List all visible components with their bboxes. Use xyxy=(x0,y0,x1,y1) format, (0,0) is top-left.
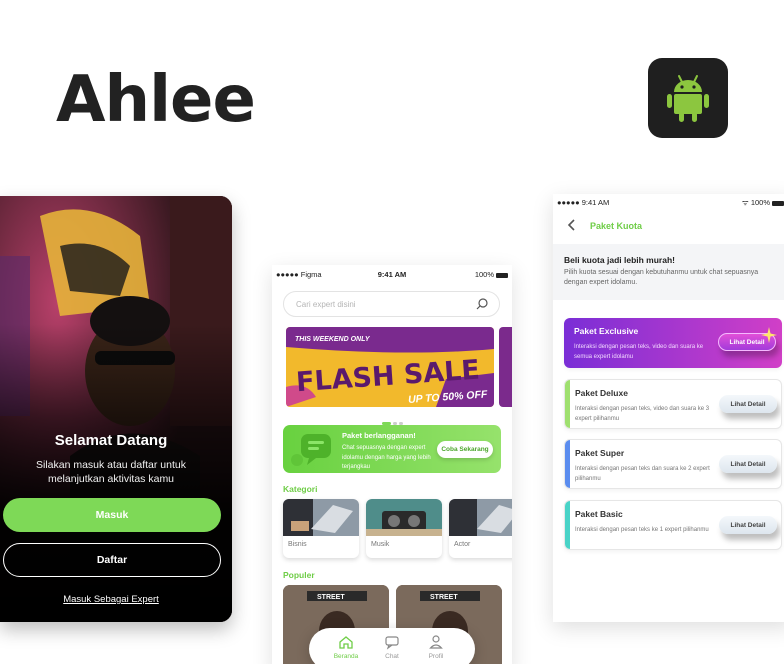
package-desc: Interaksi dengan pesan teks, video dan s… xyxy=(574,344,704,360)
package-name: Paket Deluxe xyxy=(575,388,628,398)
flash-sale-banner[interactable]: THIS WEEKEND ONLY FLASH SALE UP TO 50% O… xyxy=(286,327,494,407)
app-header: Paket Kuota xyxy=(553,212,784,242)
detail-button[interactable]: Lihat Detail xyxy=(719,395,777,413)
popular-heading: Populer xyxy=(283,570,315,580)
promo-description: Chat sepuasnya dengan expert idolamu den… xyxy=(342,445,431,470)
info-panel: Beli kuota jadi lebih murah! Pilih kuota… xyxy=(553,244,784,300)
nav-label: Beranda xyxy=(333,653,359,660)
nav-label: Profil xyxy=(428,653,444,660)
status-bar: ●●●●● Figma 9:41 AM 100% xyxy=(272,265,512,283)
package-name: Paket Exclusive xyxy=(574,326,639,336)
nav-profil[interactable]: Profil xyxy=(411,634,461,660)
user-icon xyxy=(429,635,443,649)
promo-title: Paket berlangganan! xyxy=(342,431,416,440)
package-accent xyxy=(565,440,570,488)
detail-button[interactable]: Lihat Detail xyxy=(719,516,777,534)
time-label: 9:41 AM xyxy=(581,198,610,207)
quota-screen: ●●●●● 9:41 AM ᯤ 100% Paket Kuota Beli ku… xyxy=(553,194,784,622)
welcome-screen: Selamat Datang Silakan masuk atau daftar… xyxy=(0,196,232,622)
back-arrow-icon[interactable] xyxy=(566,217,578,233)
page-title: Paket Kuota xyxy=(590,221,643,231)
category-card-musik[interactable]: Musik xyxy=(366,499,442,558)
package-name: Paket Super xyxy=(575,448,625,458)
package-desc: Interaksi dengan pesan teks dan suara ke… xyxy=(575,466,710,482)
subscription-promo-card[interactable]: Paket berlangganan! Chat sepuasnya denga… xyxy=(283,425,501,473)
chat-bubble-icon xyxy=(291,434,331,466)
nav-label: Chat xyxy=(385,653,399,660)
package-card-deluxe[interactable]: Paket Deluxe Interaksi dengan pesan teks… xyxy=(564,379,782,429)
wifi-icon: ᯤ xyxy=(741,198,751,207)
category-label: Musik xyxy=(371,541,390,548)
showcase-canvas: Ahlee Selamat Datang Silakan masuk atau … xyxy=(0,0,784,664)
expert-login-link[interactable]: Masuk Sebagai Expert xyxy=(0,594,222,605)
package-desc: Interaksi dengan pesan teks ke 1 expert … xyxy=(575,527,709,533)
banner-art: THIS WEEKEND ONLY FLASH SALE UP TO 50% O… xyxy=(286,327,494,407)
search-icon[interactable] xyxy=(475,297,489,311)
battery-icon xyxy=(496,272,508,278)
register-button[interactable]: Daftar xyxy=(3,543,221,577)
category-heading: Kategori xyxy=(283,484,318,494)
android-icon xyxy=(667,75,709,122)
battery-label: 100% xyxy=(750,198,770,207)
status-battery: ᯤ 100% xyxy=(742,198,784,208)
street-sign: STREET xyxy=(430,594,458,601)
search-input[interactable]: Cari expert disini xyxy=(283,291,500,317)
search-placeholder: Cari expert disini xyxy=(296,300,356,309)
category-label: Actor xyxy=(454,541,471,548)
nav-chat[interactable]: Chat xyxy=(367,634,417,660)
category-card-actor[interactable]: Actor xyxy=(449,499,512,558)
status-bar: ●●●●● 9:41 AM ᯤ 100% xyxy=(553,194,784,210)
sparkle-icon xyxy=(761,327,777,343)
try-now-button[interactable]: Coba Sekarang xyxy=(437,441,493,458)
home-icon xyxy=(339,636,353,649)
package-card-basic[interactable]: Paket Basic Interaksi dengan pesan teks … xyxy=(564,500,782,550)
package-card-super[interactable]: Paket Super Interaksi dengan pesan teks … xyxy=(564,439,782,489)
bisnis-image xyxy=(283,499,359,536)
package-desc: Interaksi dengan pesan teks, video dan s… xyxy=(575,406,710,422)
detail-button[interactable]: Lihat Detail xyxy=(719,455,777,473)
battery-icon xyxy=(772,200,784,206)
info-text: Pilih kuota sesuai dengan kebutuhanmu un… xyxy=(564,269,759,286)
chat-icon xyxy=(385,636,399,650)
actor-image xyxy=(449,499,512,536)
banner-tag: THIS WEEKEND ONLY xyxy=(295,336,371,343)
app-title: Ahlee xyxy=(56,63,256,137)
package-accent xyxy=(565,501,570,549)
status-time: ●●●●● 9:41 AM xyxy=(557,198,610,207)
welcome-subtitle: Silakan masuk atau daftar untuk melanjut… xyxy=(35,459,186,485)
status-battery: 100% xyxy=(475,270,508,279)
login-button[interactable]: Masuk xyxy=(3,498,221,532)
home-screen: ●●●●● Figma 9:41 AM 100% Cari expert dis… xyxy=(272,265,512,664)
nav-beranda[interactable]: Beranda xyxy=(321,634,371,660)
package-name: Paket Basic xyxy=(575,509,623,519)
category-label: Bisnis xyxy=(288,541,307,548)
info-heading: Beli kuota jadi lebih murah! xyxy=(564,255,675,265)
android-badge xyxy=(648,58,728,138)
package-accent xyxy=(565,380,570,428)
street-sign: STREET xyxy=(317,594,345,601)
category-card-bisnis[interactable]: Bisnis xyxy=(283,499,359,558)
package-card-exclusive[interactable]: Paket Exclusive Interaksi dengan pesan t… xyxy=(564,318,782,368)
welcome-title: Selamat Datang xyxy=(54,432,168,449)
musik-image xyxy=(366,499,442,536)
bottom-nav: Beranda Chat Profil xyxy=(309,628,475,664)
next-banner[interactable] xyxy=(499,327,512,407)
battery-label: 100% xyxy=(474,270,494,279)
